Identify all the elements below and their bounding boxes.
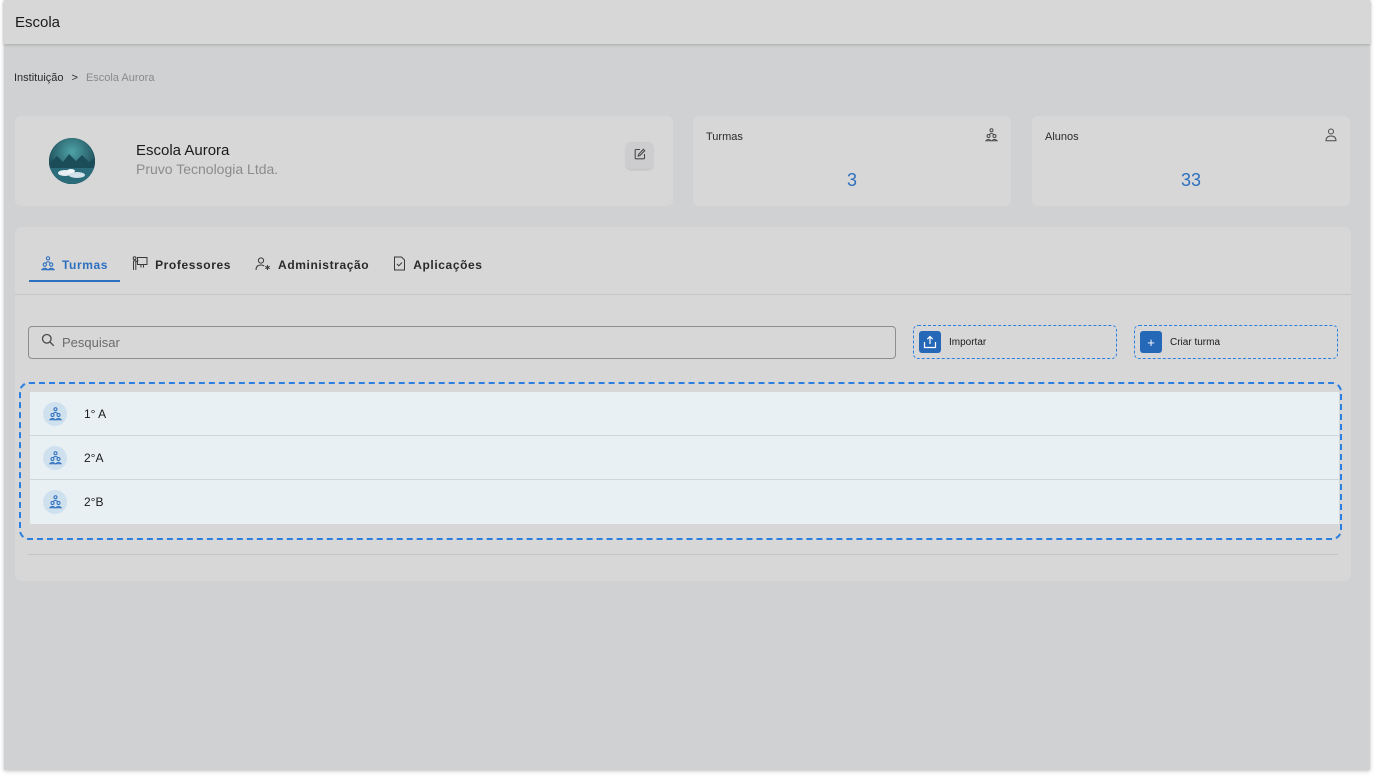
group-icon: [984, 128, 999, 147]
class-name: 2°A: [84, 450, 104, 465]
create-class-button[interactable]: + Criar turma: [1134, 325, 1338, 359]
import-button[interactable]: Importar: [913, 325, 1117, 359]
group-icon: [43, 445, 67, 470]
top-bar: Escola: [4, 0, 1370, 44]
checked-document-icon: [393, 256, 406, 274]
tab-professores-label: Professores: [155, 258, 232, 272]
alunos-stat-value: 33: [1180, 170, 1202, 190]
class-row[interactable]: 2°B: [30, 480, 1339, 524]
class-row[interactable]: 1° A: [30, 392, 1339, 436]
alunos-stat-label: Alunos: [1045, 131, 1079, 143]
group-icon: [43, 401, 67, 426]
tab-turmas-label: Turmas: [62, 258, 109, 272]
class-row[interactable]: 2°A: [30, 436, 1339, 480]
group-icon: [40, 256, 56, 274]
app-window: Escola Instituição > Escola Aurora Escol…: [4, 0, 1370, 770]
breadcrumb-root-link[interactable]: Instituição: [14, 72, 64, 84]
group-icon: [43, 490, 67, 514]
admin-user-icon: [255, 256, 271, 274]
tab-turmas[interactable]: Turmas: [29, 249, 121, 282]
teacher-board-icon: [132, 256, 148, 274]
school-name: Escola Aurora: [136, 142, 230, 159]
search-input[interactable]: [62, 335, 862, 350]
upload-icon: [919, 331, 941, 353]
search-icon: [41, 333, 55, 352]
person-icon: [1325, 128, 1337, 147]
tab-aplicacoes[interactable]: Aplicações: [381, 249, 494, 281]
breadcrumb-current: Escola Aurora: [85, 72, 155, 84]
tab-professores[interactable]: Professores: [120, 249, 243, 281]
classes-list: 1° A 2°A 2°B: [30, 392, 1339, 524]
school-avatar: [49, 138, 95, 184]
classes-panel: Turmas Professores Administração Aplicaç…: [15, 227, 1351, 581]
create-class-button-label: Criar turma: [1170, 336, 1221, 348]
tab-administracao-label: Administração: [278, 258, 370, 272]
turmas-stat-value: 3: [846, 170, 857, 190]
tab-administracao[interactable]: Administração: [243, 249, 381, 281]
plus-icon: +: [1140, 331, 1162, 353]
class-name: 1° A: [84, 406, 107, 421]
alunos-stat-card: Alunos 33: [1032, 116, 1350, 206]
tab-bar: Turmas Professores Administração Aplicaç…: [29, 249, 495, 282]
classes-list-highlight: 1° A 2°A 2°B: [19, 382, 1342, 540]
turmas-stat-label: Turmas: [706, 131, 743, 143]
app-title: Escola: [15, 13, 61, 31]
breadcrumb: Instituição > Escola Aurora: [14, 72, 154, 84]
list-bottom-divider: [28, 554, 1338, 555]
breadcrumb-separator: >: [71, 72, 78, 84]
tabs-divider: [15, 294, 1351, 295]
school-info-card: Escola Aurora Pruvo Tecnologia Ltda.: [15, 116, 673, 206]
edit-school-button[interactable]: [626, 142, 653, 169]
school-organization: Pruvo Tecnologia Ltda.: [136, 161, 279, 177]
turmas-stat-card: Turmas 3: [693, 116, 1011, 206]
tab-aplicacoes-label: Aplicações: [413, 258, 483, 272]
class-name: 2°B: [84, 495, 104, 509]
search-box[interactable]: [28, 326, 896, 359]
edit-icon: [634, 147, 646, 165]
import-button-label: Importar: [949, 336, 987, 348]
